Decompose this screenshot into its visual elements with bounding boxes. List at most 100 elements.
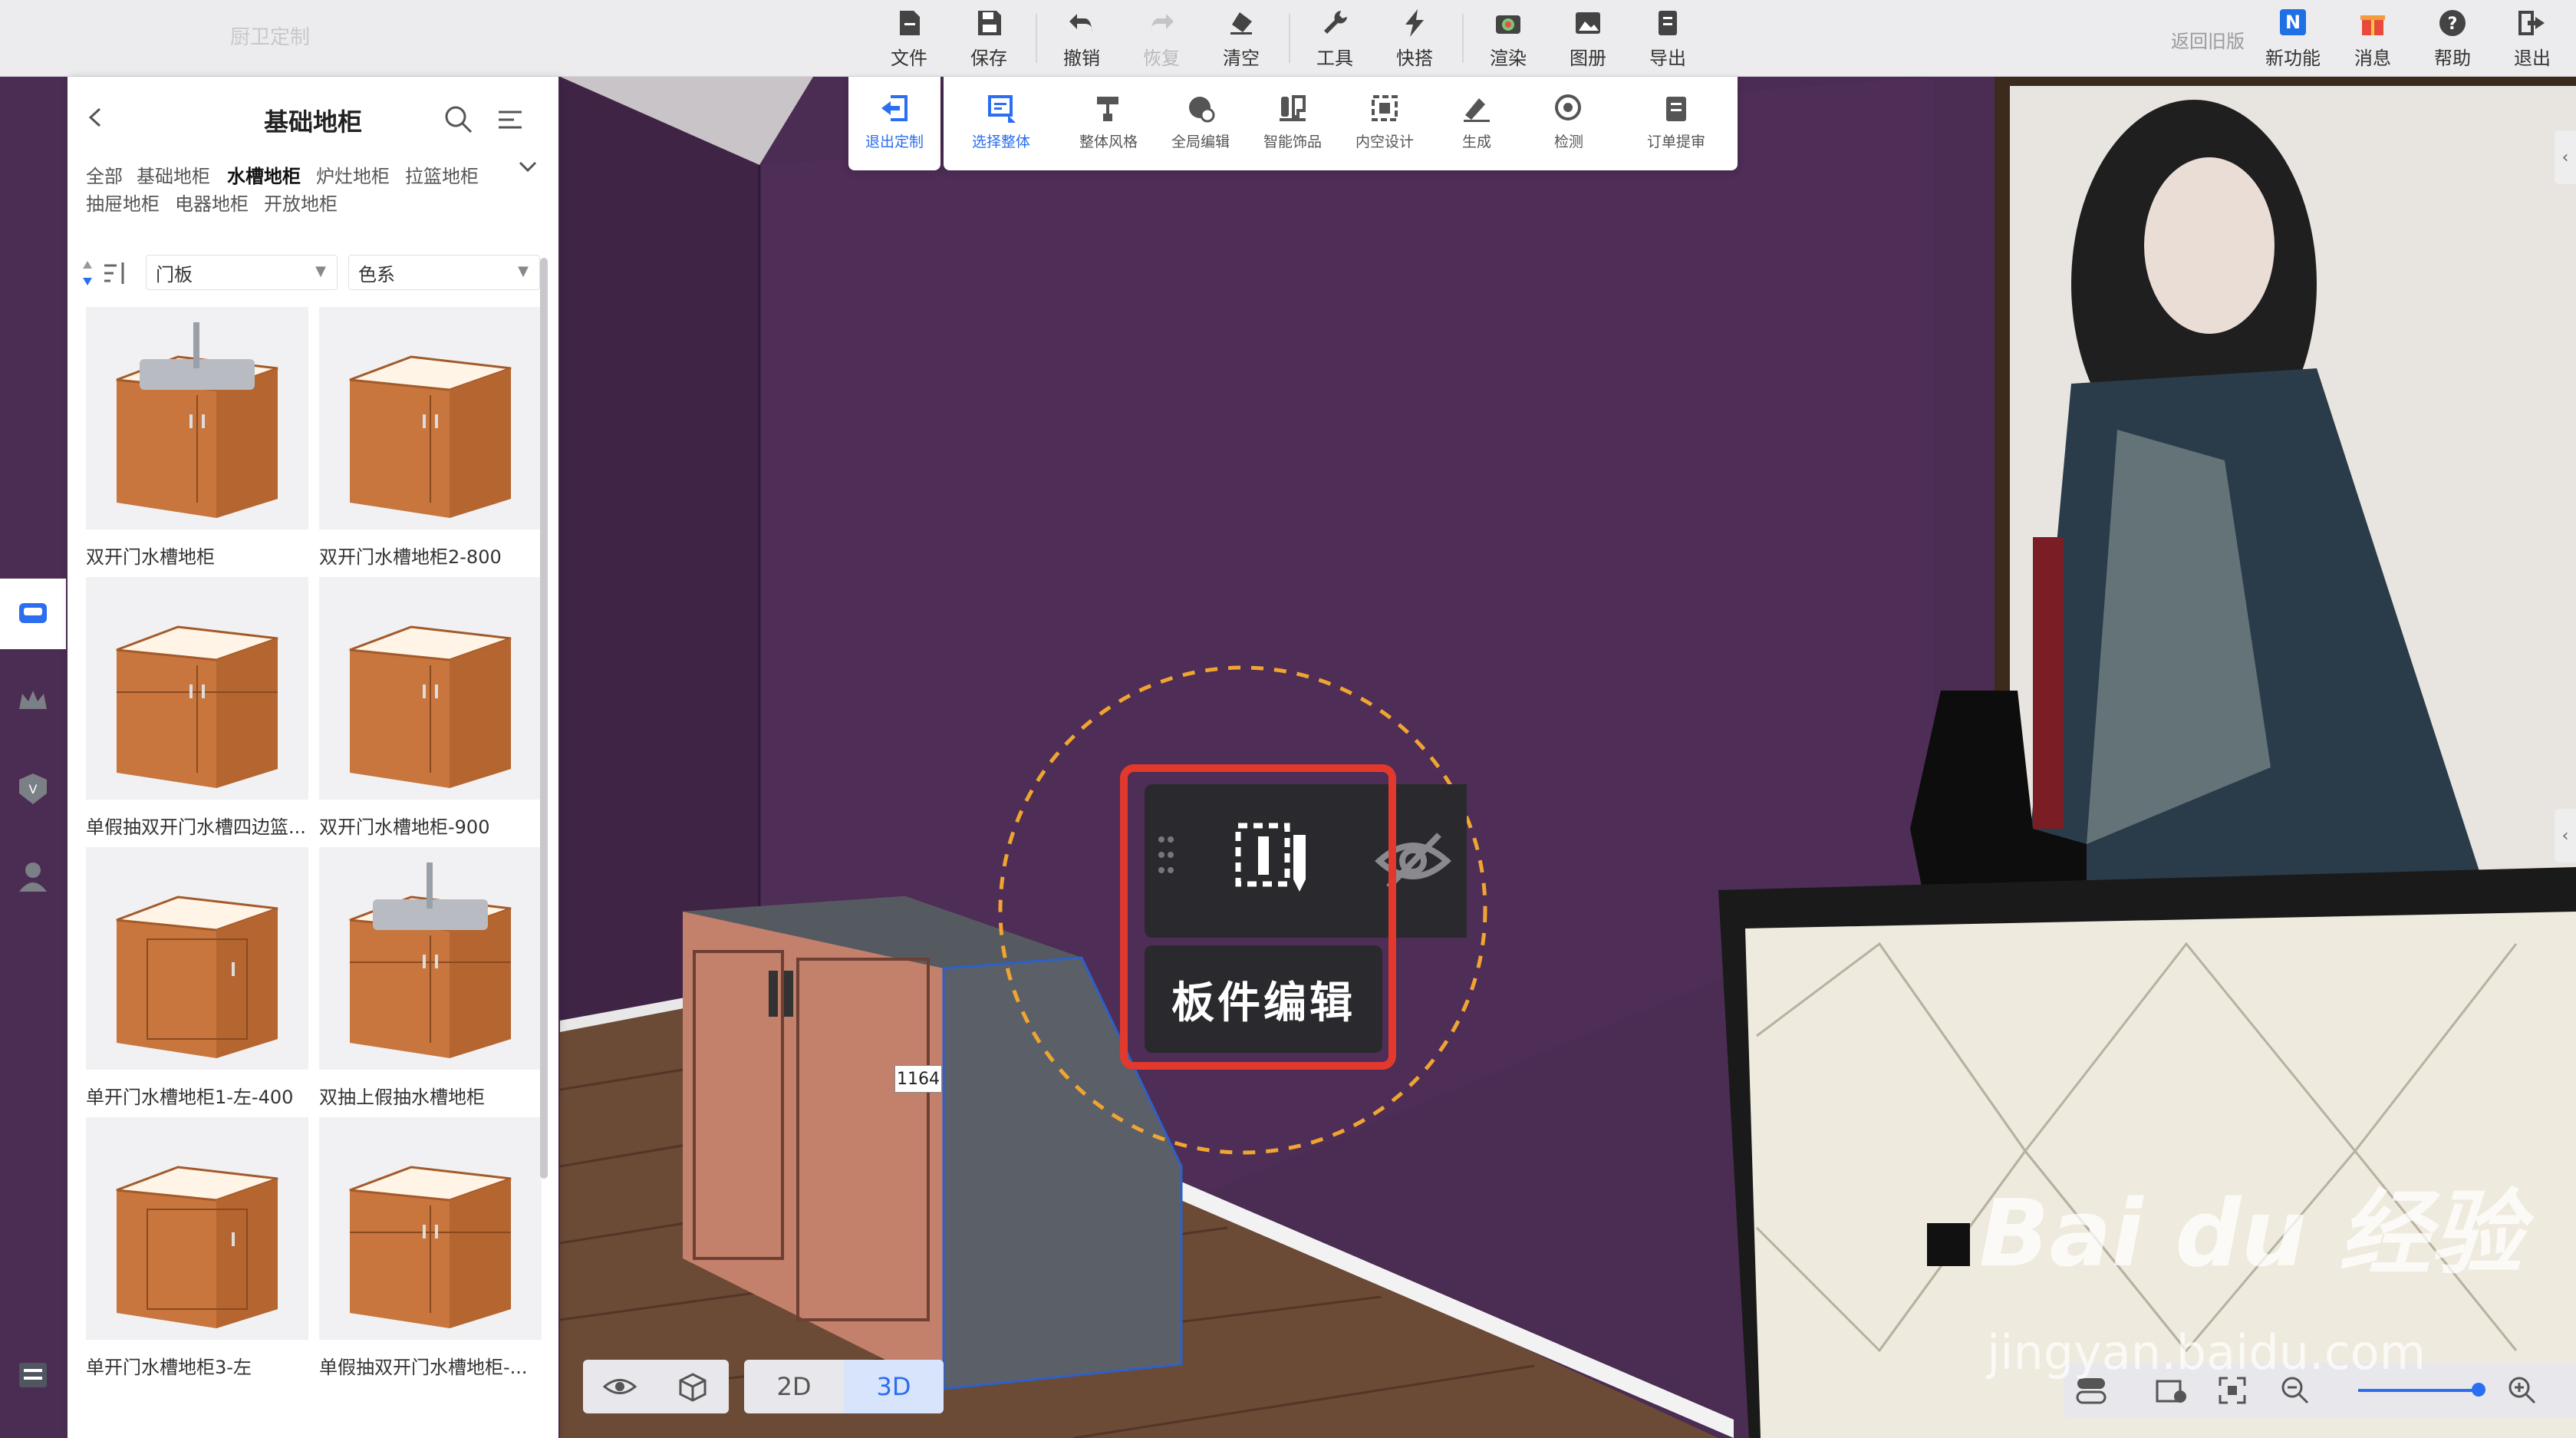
sort-order-icon[interactable] xyxy=(83,258,129,292)
category-drawer[interactable]: 抽屉地柜 xyxy=(86,189,160,216)
logout-button[interactable]: 退出 xyxy=(2498,8,2567,71)
logout-label: 退出 xyxy=(2514,48,2551,69)
clear-label: 清空 xyxy=(1223,48,1260,69)
product-card[interactable]: 双开门水槽地柜 xyxy=(86,307,308,568)
album-button[interactable]: 图册 xyxy=(1553,8,1622,71)
logout-icon xyxy=(2518,11,2545,35)
product-card[interactable]: 双抽上假抽水槽地柜 xyxy=(319,847,542,1108)
category-sink[interactable]: 水槽地柜 xyxy=(227,161,301,188)
sort-list-icon[interactable] xyxy=(497,107,523,137)
rail-layers[interactable] xyxy=(0,1340,66,1410)
zoom-slider[interactable] xyxy=(2358,1383,2485,1397)
product-name: 双开门水槽地柜-900 xyxy=(319,816,490,838)
color-filter-select[interactable]: 色系 ▼ xyxy=(348,255,540,290)
left-icon-rail: V xyxy=(0,537,66,1438)
panel-scrollbar[interactable] xyxy=(540,258,548,1179)
undo-button[interactable]: 撤销 xyxy=(1047,8,1116,71)
inner-space-icon xyxy=(1372,95,1398,121)
render-label: 渲染 xyxy=(1490,48,1527,69)
product-card[interactable]: 单开门水槽地柜1-左-400 xyxy=(86,847,308,1108)
right-panel-toggle-icon[interactable]: ‹ xyxy=(2555,130,2576,184)
product-card[interactable]: 单假抽双开门水槽四边篮... xyxy=(86,577,308,838)
redo-label: 恢复 xyxy=(1143,48,1180,69)
category-all[interactable]: 全部 xyxy=(86,161,123,188)
right-panel-toggle-icon[interactable]: ‹ xyxy=(2555,809,2576,862)
album-icon xyxy=(1576,12,1600,34)
exit-custom-button[interactable]: 退出定制 xyxy=(852,92,937,161)
detect-button[interactable]: 检测 xyxy=(1527,92,1611,161)
zoom-in-icon[interactable] xyxy=(2507,1375,2538,1409)
export-button[interactable]: 导出 xyxy=(1633,8,1702,71)
generate-button[interactable]: 生成 xyxy=(1435,92,1519,161)
global-edit-button[interactable]: 全局编辑 xyxy=(1158,92,1243,161)
rail-premium[interactable] xyxy=(0,666,66,737)
category-basket[interactable]: 拉篮地柜 xyxy=(405,161,479,188)
view-2d-button[interactable]: 2D xyxy=(744,1360,844,1413)
camera-icon xyxy=(1496,15,1520,34)
clear-button[interactable]: 清空 xyxy=(1207,8,1276,71)
lightning-icon xyxy=(1405,9,1424,37)
return-legacy-link[interactable]: 返回旧版 xyxy=(2171,26,2245,53)
cube-icon[interactable] xyxy=(656,1371,729,1402)
inner-space-button[interactable]: 内空设计 xyxy=(1342,92,1427,161)
exit-custom-panel: 退出定制 xyxy=(848,77,940,170)
catalog-panel: 基础地柜 全部 基础地柜 水槽地柜 炉灶地柜 拉篮地柜 抽屉地柜 电器地柜 开放… xyxy=(68,77,558,1438)
view-3d-button[interactable]: 3D xyxy=(844,1360,944,1413)
color-filter-value: 色系 xyxy=(358,263,395,285)
global-edit-icon xyxy=(1189,97,1215,123)
order-review-button[interactable]: 订单提审 xyxy=(1634,92,1718,161)
smart-decor-button[interactable]: 智能饰品 xyxy=(1250,92,1335,161)
category-open[interactable]: 开放地柜 xyxy=(264,189,338,216)
save-icon xyxy=(978,11,1001,35)
messages-button[interactable]: 消息 xyxy=(2338,8,2407,71)
export-label: 导出 xyxy=(1649,48,1686,69)
toolbar-divider xyxy=(1289,14,1290,63)
redo-icon xyxy=(1151,14,1174,32)
overall-style-button[interactable]: 整体风格 xyxy=(1066,92,1151,161)
save-button[interactable]: 保存 xyxy=(954,8,1023,71)
custom-subtoolbar: 选择整体 整体风格 全局编辑 智能饰品 内空设计 生成 检测 订单提审 xyxy=(944,77,1738,170)
help-label: 帮助 xyxy=(2434,48,2471,69)
select-whole-button[interactable]: 选择整体 xyxy=(959,92,1043,161)
product-thumbnail xyxy=(86,1117,308,1340)
quick-build-button[interactable]: 快搭 xyxy=(1380,8,1449,71)
product-card[interactable]: 双开门水槽地柜-900 xyxy=(319,577,542,838)
tools-button[interactable]: 工具 xyxy=(1300,8,1369,71)
material-filter-select[interactable]: 门板 ▼ xyxy=(146,255,338,290)
product-card[interactable]: 单假抽双开门水槽地柜-... xyxy=(319,1117,542,1378)
product-thumbnail xyxy=(319,307,542,529)
paint-roller-icon xyxy=(1097,97,1118,121)
category-appliance[interactable]: 电器地柜 xyxy=(175,189,249,216)
category-stove[interactable]: 炉灶地柜 xyxy=(316,161,390,188)
rail-vip[interactable]: V xyxy=(0,754,66,824)
select-whole-icon xyxy=(988,95,1016,123)
product-name: 单假抽双开门水槽地柜-... xyxy=(319,1357,528,1378)
category-basic[interactable]: 基础地柜 xyxy=(137,161,210,188)
product-name: 单假抽双开门水槽四边篮... xyxy=(86,816,306,838)
file-icon xyxy=(900,11,920,35)
album-label: 图册 xyxy=(1570,48,1606,69)
toolbar-divider xyxy=(1036,14,1037,63)
help-button[interactable]: ? 帮助 xyxy=(2418,8,2487,71)
help-icon: ? xyxy=(2439,10,2466,36)
chevron-down-icon: ▼ xyxy=(315,263,326,279)
rail-cabinet[interactable] xyxy=(0,579,66,649)
overall-style-label: 整体风格 xyxy=(1079,134,1138,150)
eye-icon[interactable] xyxy=(583,1375,656,1398)
file-button[interactable]: 文件 xyxy=(875,8,944,71)
zoom-slider-knob[interactable] xyxy=(2471,1383,2485,1397)
render-button[interactable]: 渲染 xyxy=(1474,8,1543,71)
rail-user[interactable] xyxy=(0,841,66,912)
gift-icon xyxy=(2360,15,2385,35)
new-feature-button[interactable]: N 新功能 xyxy=(2258,8,2327,71)
expand-categories-chevron-icon[interactable] xyxy=(517,160,539,178)
product-thumbnail xyxy=(86,847,308,1070)
search-icon[interactable] xyxy=(443,104,474,138)
sofa-icon xyxy=(19,603,47,623)
product-card[interactable]: 单开门水槽地柜3-左 xyxy=(86,1117,308,1378)
product-thumbnail xyxy=(319,847,542,1070)
generate-icon xyxy=(1464,98,1490,122)
inner-space-label: 内空设计 xyxy=(1355,134,1414,150)
redo-button[interactable]: 恢复 xyxy=(1127,8,1196,71)
product-card[interactable]: 双开门水槽地柜2-800 xyxy=(319,307,542,568)
